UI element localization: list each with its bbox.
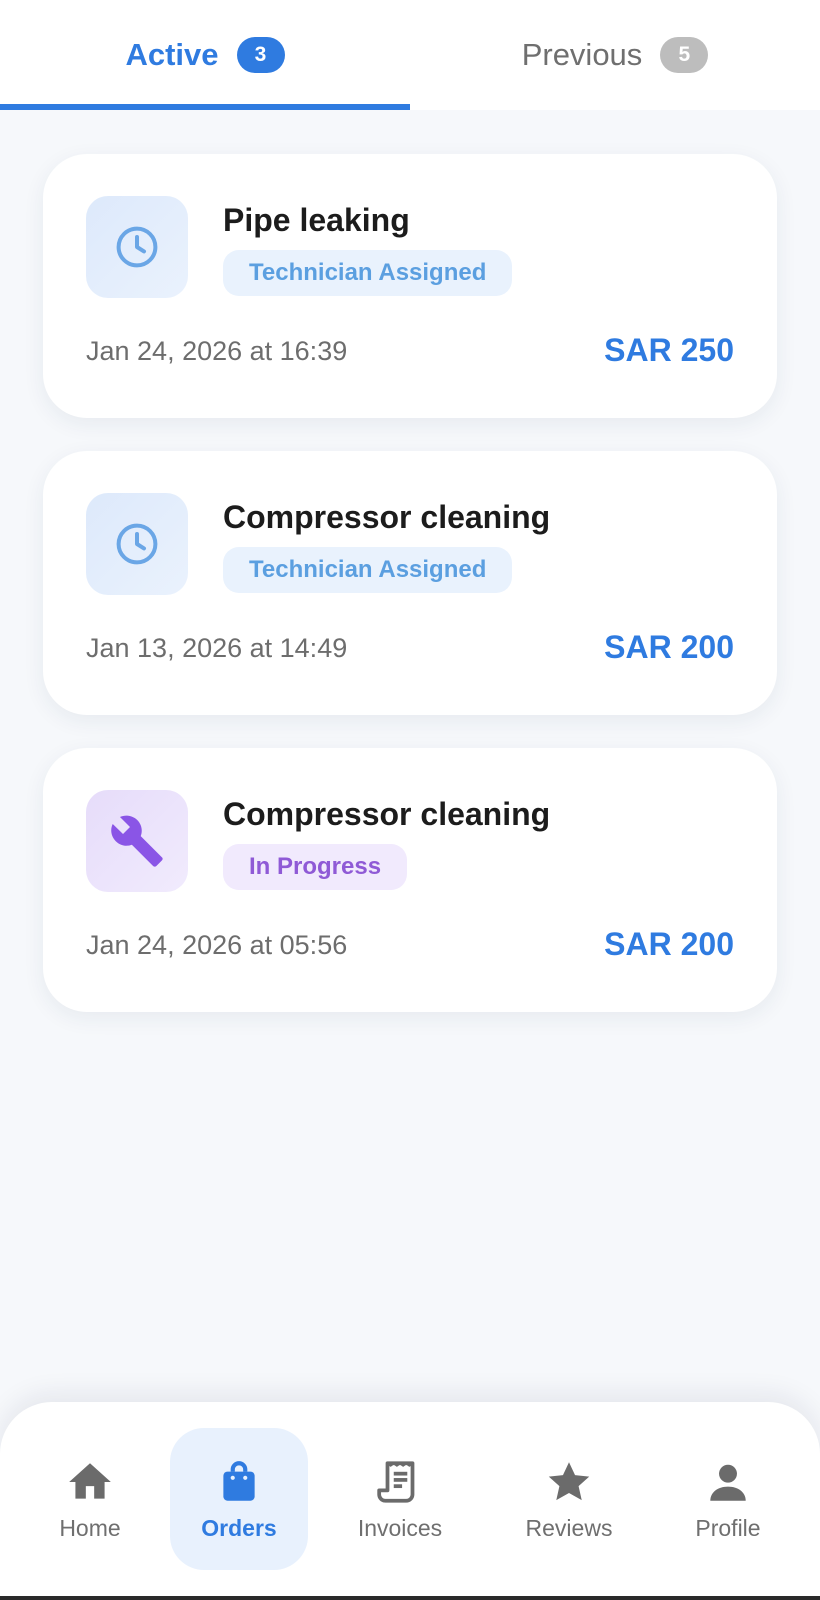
shopping-bag-icon	[223, 1460, 255, 1501]
tab-active-indicator	[0, 104, 410, 110]
order-date: Jan 24, 2026 at 05:56	[86, 930, 348, 960]
order-card[interactable]: Compressor cleaning Technician Assigned …	[43, 451, 777, 715]
order-price: SAR 200	[604, 926, 734, 962]
order-price: SAR 250	[604, 332, 734, 368]
order-title: Compressor cleaning	[223, 796, 551, 832]
nav-item-orders[interactable]: Orders	[170, 1428, 308, 1570]
order-card[interactable]: Compressor cleaning In Progress Jan 24, …	[43, 748, 777, 1012]
status-badge: In Progress	[223, 844, 408, 890]
order-icon-container	[86, 790, 188, 892]
nav-label-home: Home	[59, 1514, 121, 1541]
order-price: SAR 200	[604, 629, 734, 665]
bottom-edge-divider	[0, 1596, 820, 1600]
clock-icon	[116, 226, 158, 268]
tab-previous-label: Previous	[521, 37, 643, 72]
order-icon-container	[86, 196, 188, 298]
nav-label-orders: Orders	[201, 1514, 277, 1541]
order-date: Jan 24, 2026 at 16:39	[86, 336, 348, 366]
nav-label-invoices: Invoices	[357, 1514, 443, 1541]
tab-previous-count-badge: 5	[660, 37, 709, 73]
wrench-icon	[111, 815, 163, 867]
status-badge: Technician Assigned	[223, 250, 513, 296]
order-tabs: Active 3 Previous 5	[0, 0, 820, 110]
clock-icon	[116, 523, 158, 565]
order-icon-container	[86, 493, 188, 595]
bottom-navigation: Home Orders Invoices Reviews Profile	[0, 1402, 820, 1600]
nav-item-invoices[interactable]: Invoices	[338, 1428, 462, 1570]
nav-item-home[interactable]: Home	[30, 1428, 150, 1570]
order-card[interactable]: Pipe leaking Technician Assigned Jan 24,…	[43, 154, 777, 418]
order-title: Pipe leaking	[223, 202, 410, 238]
nav-item-reviews[interactable]: Reviews	[508, 1428, 630, 1570]
nav-label-reviews: Reviews	[525, 1514, 613, 1541]
order-date: Jan 13, 2026 at 14:49	[86, 633, 348, 663]
tab-active-label: Active	[125, 37, 219, 72]
nav-label-profile: Profile	[695, 1514, 761, 1541]
receipt-icon	[377, 1460, 415, 1503]
tab-previous[interactable]: Previous 5	[410, 0, 820, 110]
star-icon	[548, 1461, 590, 1500]
tab-active-count-badge: 3	[236, 37, 285, 73]
home-icon	[69, 1462, 111, 1499]
person-icon	[710, 1464, 746, 1501]
nav-item-profile[interactable]: Profile	[672, 1428, 784, 1570]
order-title: Compressor cleaning	[223, 499, 551, 535]
tab-active[interactable]: Active 3	[0, 0, 410, 110]
status-badge: Technician Assigned	[223, 547, 513, 593]
